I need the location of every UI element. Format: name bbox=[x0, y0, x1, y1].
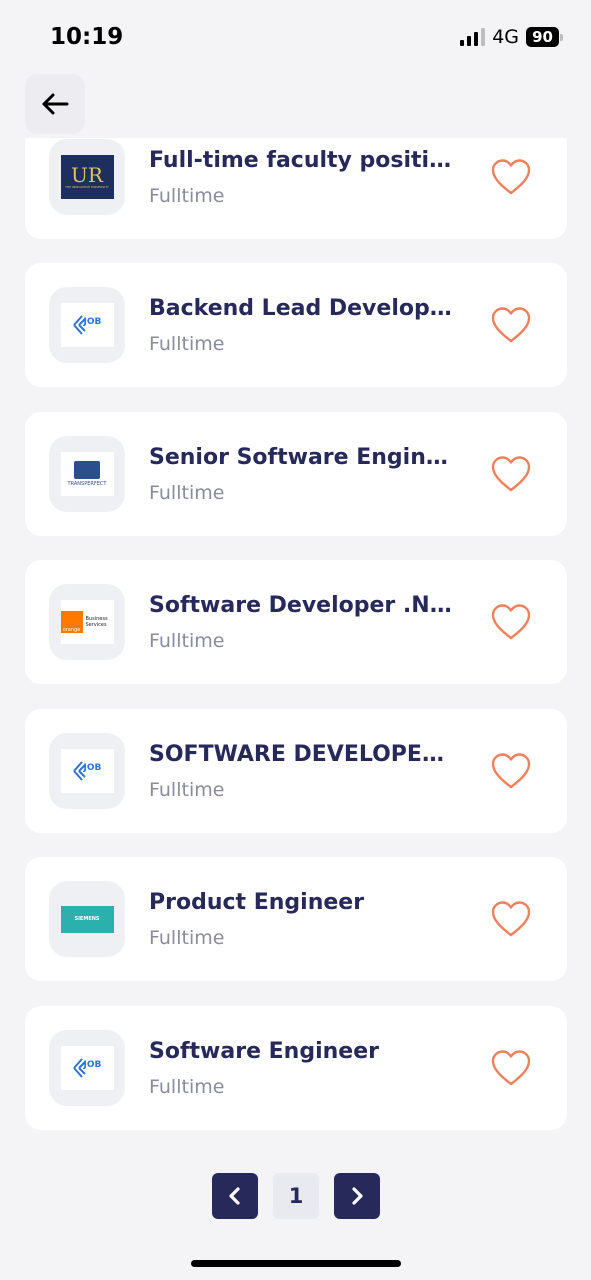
job-list: UR THE INNOVATIVE UNIVERSITY Full-time f… bbox=[0, 0, 591, 1150]
job-type: Fulltime bbox=[149, 185, 225, 207]
job-title[interactable]: Software Developer .NET… bbox=[149, 593, 454, 618]
company-logo-container: UR THE INNOVATIVE UNIVERSITY bbox=[49, 139, 125, 215]
logo-text: TRANSPERFECT bbox=[67, 481, 107, 487]
page-number[interactable]: 1 bbox=[273, 1173, 319, 1219]
orange-square: orange bbox=[60, 611, 83, 633]
job-type: Fulltime bbox=[149, 630, 225, 652]
logo-text: orange bbox=[62, 627, 81, 633]
job-title[interactable]: Software Engineer bbox=[149, 1039, 379, 1064]
heart-icon bbox=[491, 901, 531, 937]
chevron-right-icon bbox=[352, 1187, 363, 1205]
company-logo-container: TRANSPERFECT bbox=[49, 436, 125, 512]
job-card[interactable]: SIEMENS Product Engineer Fulltime bbox=[25, 857, 567, 981]
pagination: 1 bbox=[212, 1173, 380, 1219]
siemens-logo: SIEMENS bbox=[60, 905, 114, 933]
job-title[interactable]: Full-time faculty positio… bbox=[149, 148, 454, 173]
job-card[interactable]: TRANSPERFECT Senior Software Enginee… Fu… bbox=[25, 412, 567, 536]
arrow-left-icon bbox=[42, 93, 69, 115]
job-type: Fulltime bbox=[149, 482, 225, 504]
job-logo: JOB bbox=[60, 1046, 114, 1090]
job-card[interactable]: JOB SOFTWARE DEVELOPER… Fulltime bbox=[25, 709, 567, 833]
logo-text: UR bbox=[71, 163, 103, 187]
job-title[interactable]: SOFTWARE DEVELOPER… bbox=[149, 742, 454, 767]
home-indicator bbox=[191, 1260, 401, 1267]
job-card[interactable]: JOB Software Engineer Fulltime bbox=[25, 1006, 567, 1130]
job-logo: JOB bbox=[60, 749, 114, 793]
orange-business-services-logo: orange Business Services bbox=[60, 600, 114, 644]
favorite-button[interactable] bbox=[491, 455, 531, 493]
logo-text: SIEMENS bbox=[74, 916, 100, 922]
favorite-button[interactable] bbox=[491, 900, 531, 938]
job-card[interactable]: JOB Backend Lead Developer Fulltime bbox=[25, 263, 567, 387]
previous-page-button[interactable] bbox=[212, 1173, 258, 1219]
heart-icon bbox=[491, 1050, 531, 1086]
job-title[interactable]: Senior Software Enginee… bbox=[149, 445, 454, 470]
job-type: Fulltime bbox=[149, 333, 225, 355]
company-logo-container: orange Business Services bbox=[49, 584, 125, 660]
job-type: Fulltime bbox=[149, 779, 225, 801]
header bbox=[0, 70, 591, 138]
logo-subtext: Business Services bbox=[85, 616, 108, 628]
job-title[interactable]: Product Engineer bbox=[149, 890, 364, 915]
transperfect-mark bbox=[74, 461, 100, 479]
job-card[interactable]: orange Business Services Software Develo… bbox=[25, 560, 567, 684]
favorite-button[interactable] bbox=[491, 603, 531, 641]
logo-text: JOB bbox=[83, 763, 102, 773]
job-title[interactable]: Backend Lead Developer bbox=[149, 296, 454, 321]
logo-subtext: THE INNOVATIVE UNIVERSITY bbox=[65, 185, 109, 189]
job-type: Fulltime bbox=[149, 1076, 225, 1098]
next-page-button[interactable] bbox=[334, 1173, 380, 1219]
ur-innovative-university-logo: UR THE INNOVATIVE UNIVERSITY bbox=[60, 155, 114, 199]
favorite-button[interactable] bbox=[491, 158, 531, 196]
job-type: Fulltime bbox=[149, 927, 225, 949]
heart-icon bbox=[491, 604, 531, 640]
job-logo: JOB bbox=[60, 303, 114, 347]
chevron-left-icon bbox=[229, 1187, 240, 1205]
company-logo-container: SIEMENS bbox=[49, 881, 125, 957]
company-logo-container: JOB bbox=[49, 733, 125, 809]
favorite-button[interactable] bbox=[491, 1049, 531, 1087]
company-logo-container: JOB bbox=[49, 287, 125, 363]
heart-icon bbox=[491, 307, 531, 343]
favorite-button[interactable] bbox=[491, 752, 531, 790]
heart-icon bbox=[491, 753, 531, 789]
back-button[interactable] bbox=[25, 74, 85, 134]
favorite-button[interactable] bbox=[491, 306, 531, 344]
logo-text: JOB bbox=[83, 317, 102, 327]
company-logo-container: JOB bbox=[49, 1030, 125, 1106]
logo-text: JOB bbox=[83, 1060, 102, 1070]
heart-icon bbox=[491, 456, 531, 492]
transperfect-logo: TRANSPERFECT bbox=[60, 452, 114, 496]
heart-icon bbox=[491, 159, 531, 195]
